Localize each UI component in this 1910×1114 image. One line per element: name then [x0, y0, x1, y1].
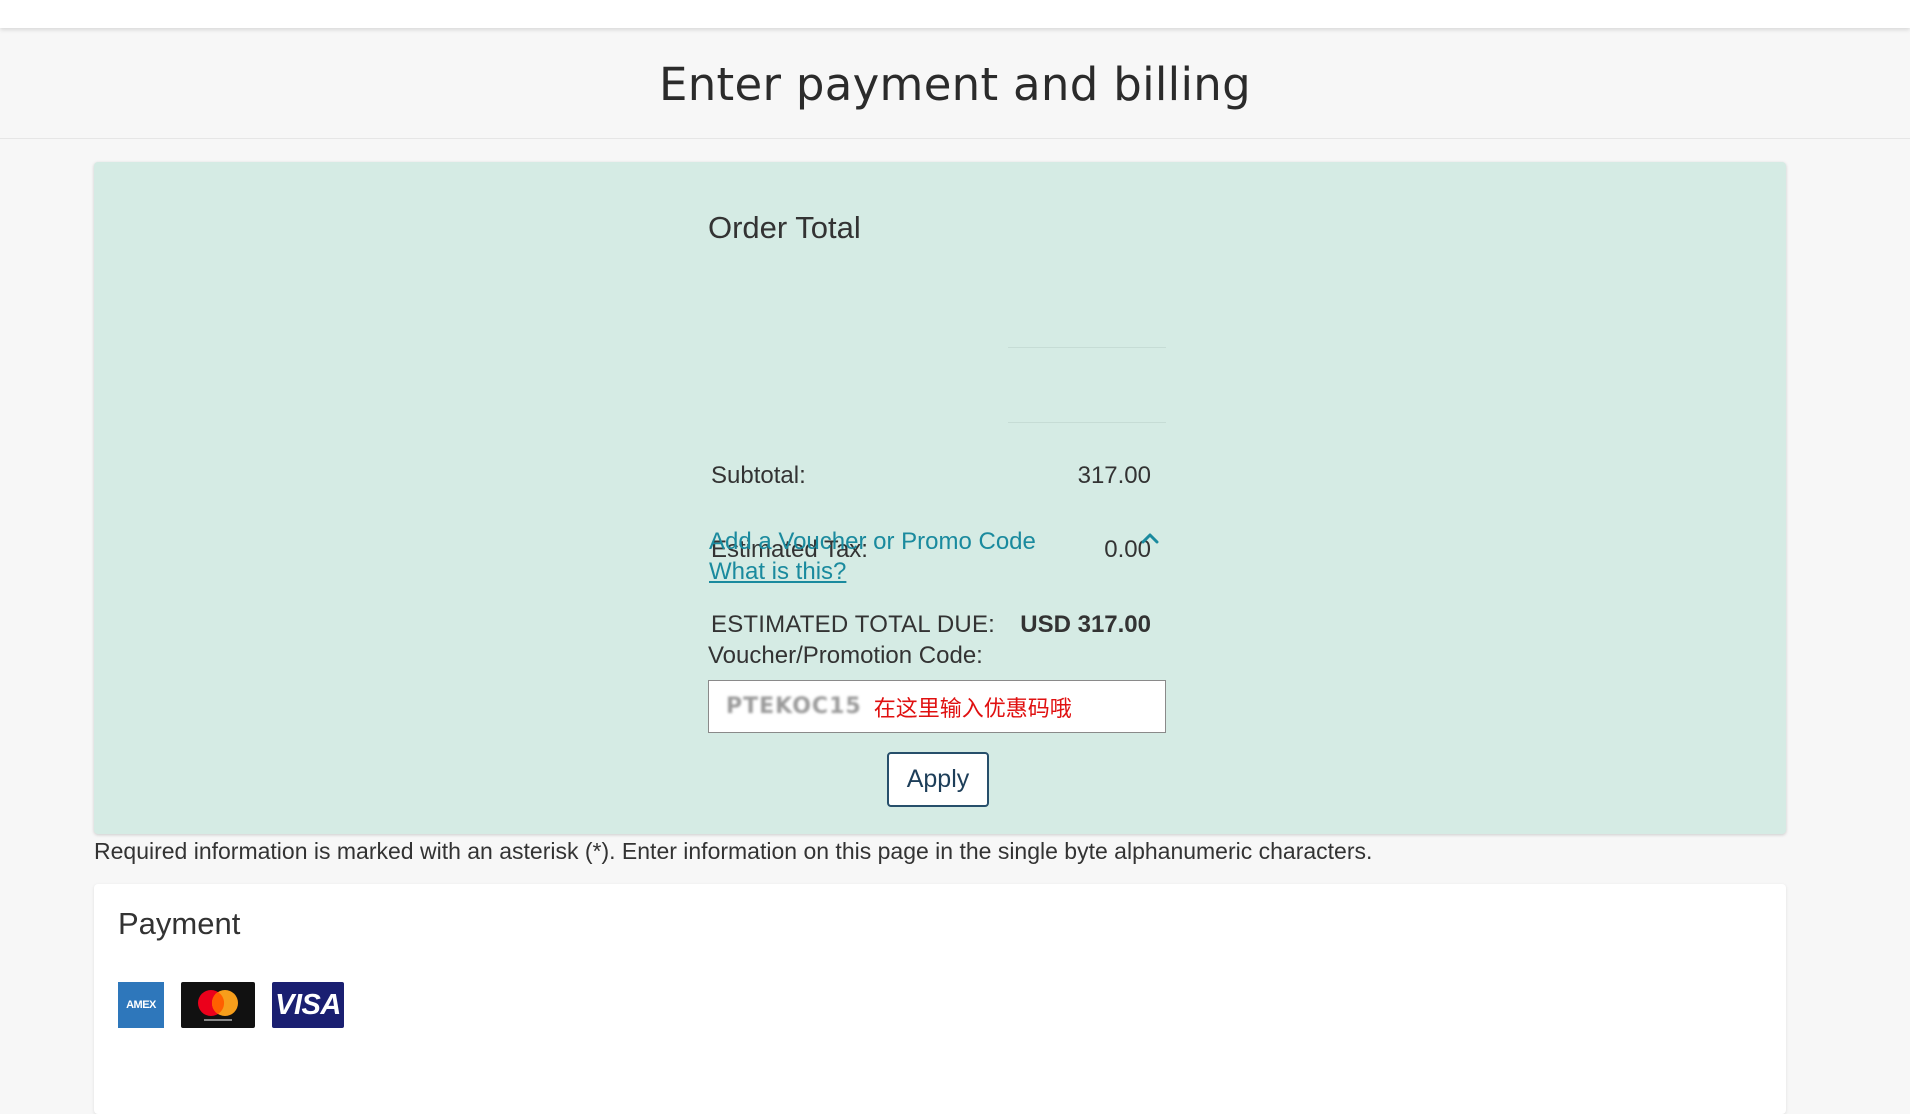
chevron-up-icon[interactable]	[1140, 528, 1160, 548]
visa-card-icon: VISA	[272, 982, 344, 1028]
amex-card-label: AMEX	[126, 999, 156, 1011]
apply-button[interactable]: Apply	[887, 752, 989, 807]
voucher-toggle-link[interactable]: Add a Voucher or Promo Code	[709, 528, 1036, 556]
voucher-code-input[interactable]: PTEKOC15 在这里输入优惠码哦	[708, 680, 1166, 733]
total-value: USD 317.00	[1020, 611, 1151, 638]
what-is-this-link[interactable]: What is this?	[709, 558, 846, 586]
amex-card-icon: AMEX	[118, 982, 164, 1028]
top-bar	[0, 0, 1910, 28]
subtotal-value: 317.00	[1077, 462, 1151, 489]
payment-heading: Payment	[118, 906, 241, 941]
subtotal-label: Subtotal:	[711, 462, 806, 489]
visa-card-label: VISA	[275, 988, 341, 1021]
voucher-hint-annotation: 在这里输入优惠码哦	[873, 696, 1072, 722]
row-divider	[1008, 422, 1166, 423]
total-label: ESTIMATED TOTAL DUE:	[711, 611, 996, 638]
required-info-note: Required information is marked with an a…	[94, 838, 1373, 864]
mastercard-card-icon	[181, 982, 255, 1028]
voucher-code-label: Voucher/Promotion Code:	[708, 642, 983, 669]
voucher-toggle[interactable]: Add a Voucher or Promo Code What is this…	[708, 524, 1166, 588]
row-divider	[1008, 347, 1166, 348]
page-header: Enter payment and billing	[0, 30, 1910, 139]
order-total-panel: Order Total Subtotal: 317.00 Estimated T…	[94, 162, 1786, 834]
voucher-code-value: PTEKOC15	[726, 694, 862, 719]
order-total-heading: Order Total	[708, 210, 861, 245]
payment-panel: Payment AMEX VISA	[94, 884, 1786, 1114]
subtotal-row: Subtotal: 317.00	[708, 438, 1166, 514]
mastercard-logo-icon	[198, 990, 238, 1021]
page-title: Enter payment and billing	[659, 57, 1251, 111]
